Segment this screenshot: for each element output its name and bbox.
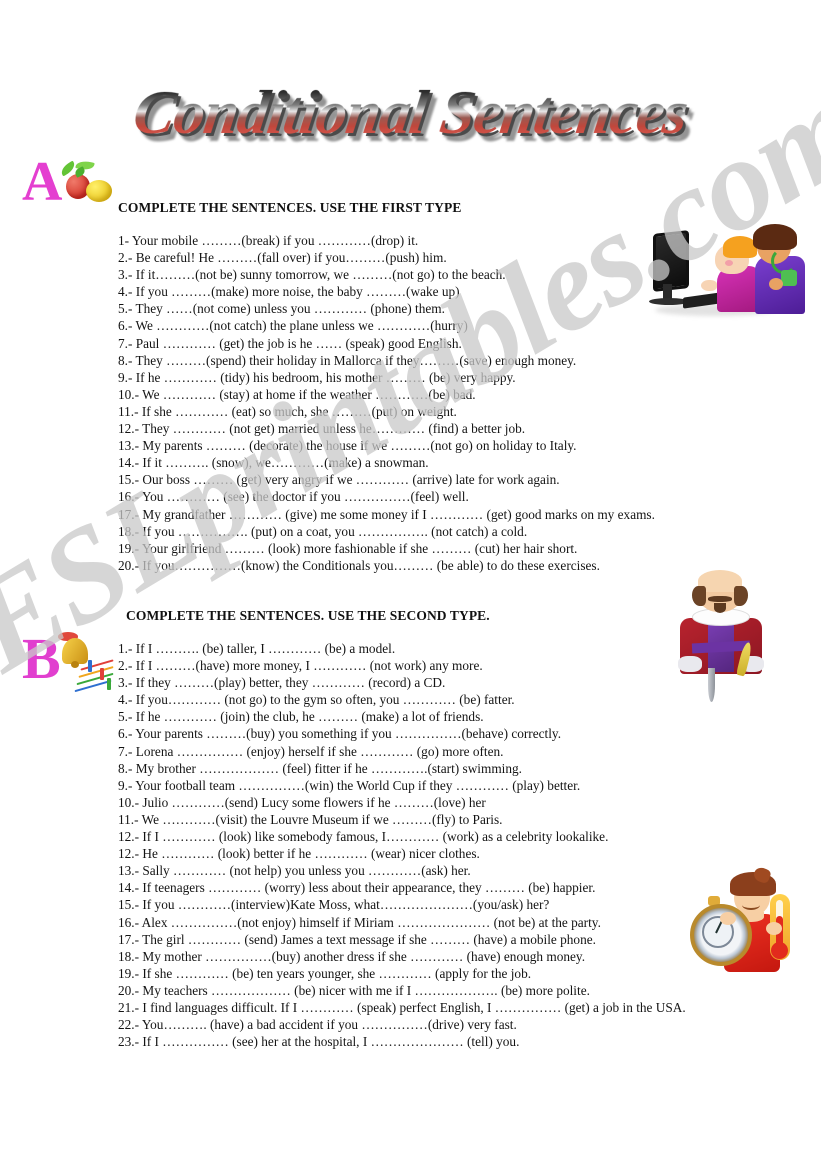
exercise-item: 11.- We …………(visit) the Louvre Museum if… xyxy=(118,811,503,827)
exercise-item: 22.- You………. (have) a bad accident if yo… xyxy=(118,1017,517,1033)
section-b-list: 1.- If I ………. (be) taller, I ………… (be) a… xyxy=(118,640,686,1050)
child-hair xyxy=(723,236,757,258)
exercise-item: 5.- If he ………… (join) the club, he ……… (… xyxy=(118,709,484,725)
moustache-icon xyxy=(708,596,732,602)
exercise-item: 9.- Your football team ……………(win) the Wo… xyxy=(118,777,581,793)
stopwatch-man-clipart xyxy=(690,865,814,978)
exercise-item: 12.- If I ………… (look) like somebody famo… xyxy=(118,829,609,845)
section-a-heading: COMPLETE THE SENTENCES. USE THE FIRST TY… xyxy=(118,200,462,215)
bard-cuff xyxy=(678,656,702,672)
exercise-item: 13.- My parents ……… (decorate) the house… xyxy=(118,438,577,454)
exercise-item: 9.- If he ………… (tidy) his bedroom, his m… xyxy=(118,369,516,385)
section-badge-b: B xyxy=(14,630,114,696)
exercise-item: 10.- Julio …………(send) Lucy some flowers … xyxy=(118,794,486,810)
lemon-icon xyxy=(86,180,112,202)
worksheet-page: ESLprintables.com Conditional Sentences … xyxy=(0,0,821,1169)
exercise-item: 1.- If I ………. (be) taller, I ………… (be) a… xyxy=(118,641,396,656)
handheld-device-icon xyxy=(781,270,797,286)
exercise-item: 12.- They ………… (not get) married unless … xyxy=(118,421,526,437)
exercise-item: 10.- We ………… (stay) at home if the weath… xyxy=(118,386,476,402)
exercise-item: 17.- The girl ………… (send) James a text m… xyxy=(118,931,596,947)
exercise-item: 20.- If you……………(know) the Conditionals … xyxy=(118,557,600,573)
exercise-item: 21.- I find languages difficult. If I ……… xyxy=(118,999,686,1015)
exercise-item: 1- Your mobile ………(break) if you …………(dr… xyxy=(118,233,419,248)
exercise-item: 4.- If you ………(make) more noise, the bab… xyxy=(118,284,460,300)
exercise-item: 3.- If it………(not be) sunny tomorrow, we … xyxy=(118,267,506,283)
section-letter-a: A xyxy=(22,151,63,213)
bard-hair xyxy=(692,586,706,606)
section-a-list: 1- Your mobile ………(break) if you …………(dr… xyxy=(118,232,655,574)
exercise-item: 16.- You ………… (see) the doctor if you ……… xyxy=(118,489,469,505)
sword-icon xyxy=(708,668,715,702)
exercise-item: 18.- My mother ……………(buy) another dress … xyxy=(118,948,586,964)
shakespeare-clipart xyxy=(666,570,776,702)
exercise-item: 19.- Your girlfriend ……… (look) more fas… xyxy=(118,540,578,556)
exercise-item: 15.- Our boss ……… (get) very angry if we… xyxy=(118,472,560,488)
bard-hair xyxy=(734,586,748,606)
exercise-item: 7.- Paul ………… (get) the job is he …… (sp… xyxy=(118,335,462,351)
exercise-item: 20.- My teachers ……………… (be) nicer with … xyxy=(118,982,590,998)
monitor-icon xyxy=(653,230,689,292)
exercise-item: 6.- We …………(not catch) the plane unless … xyxy=(118,318,468,334)
music-note-icon xyxy=(100,668,104,680)
exercise-item: 8.- They ………(spend) their holiday in Mal… xyxy=(118,352,577,368)
exercise-item: 4.- If you………… (not go) to the gym so of… xyxy=(118,692,515,708)
exercise-item: 15.- If you …………(interview)Kate Moss, wh… xyxy=(118,897,550,913)
music-note-icon xyxy=(107,678,111,690)
exercise-item: 5.- They ……(not come) unless you ………… (p… xyxy=(118,301,445,317)
smile-icon xyxy=(742,900,760,910)
exercise-item: 7.- Lorena …………… (enjoy) herself if she … xyxy=(118,743,504,759)
exercise-item: 2.- Be careful! He ………(fall over) if you… xyxy=(118,250,447,266)
exercise-item: 13.- Sally ………… (not help) you unless yo… xyxy=(118,863,471,879)
exercise-item: 12.- He ………… (look) better if he ………… (w… xyxy=(118,846,480,862)
section-badge-a: A xyxy=(14,154,114,220)
exercise-item: 3.- If they ………(play) better, they ………… … xyxy=(118,675,446,691)
exercise-item: 18.- If you ……………. (put) on a coat, you … xyxy=(118,523,528,539)
exercise-item: 23.- If I …………… (see) her at the hospita… xyxy=(118,1034,520,1050)
child-cheek xyxy=(725,260,733,266)
exercise-item: 2.- If I ………(have) more money, I ………… (n… xyxy=(118,658,483,674)
adult-hair xyxy=(753,224,797,250)
exercise-item: 14.- If it ………. (snow), we…………(make) a s… xyxy=(118,455,429,471)
thermometer-bulb xyxy=(771,942,788,959)
exercise-item: 19.- If she ………… (be) ten years younger,… xyxy=(118,965,532,981)
exercise-item: 14.- If teenagers ………… (worry) less abou… xyxy=(118,880,596,896)
section-b-heading: COMPLETE THE SENTENCES. USE THE SECOND T… xyxy=(126,608,490,623)
computer-scene-clipart xyxy=(645,222,805,322)
exercise-item: 16.- Alex ……………(not enjoy) himself if Mi… xyxy=(118,914,601,930)
exercise-item: 8.- My brother ……………… (feel) fitter if h… xyxy=(118,760,522,776)
beard-icon xyxy=(714,603,726,613)
exercise-item: 17.- My grandfather ………… (give) me some … xyxy=(118,506,655,522)
page-title: Conditional Sentences xyxy=(129,79,692,147)
adult-hand xyxy=(769,278,783,290)
child-hand xyxy=(701,280,717,291)
music-note-icon xyxy=(88,660,92,672)
section-letter-b: B xyxy=(22,626,61,691)
exercise-item: 11.- If she ………… (eat) so much, she ………(… xyxy=(118,403,457,419)
man-hand xyxy=(766,922,782,935)
bell-icon xyxy=(62,638,88,668)
title-container: Conditional Sentences xyxy=(0,78,821,166)
exercise-item: 6.- Your parents ………(buy) you something … xyxy=(118,726,562,742)
man-hand xyxy=(720,912,736,925)
